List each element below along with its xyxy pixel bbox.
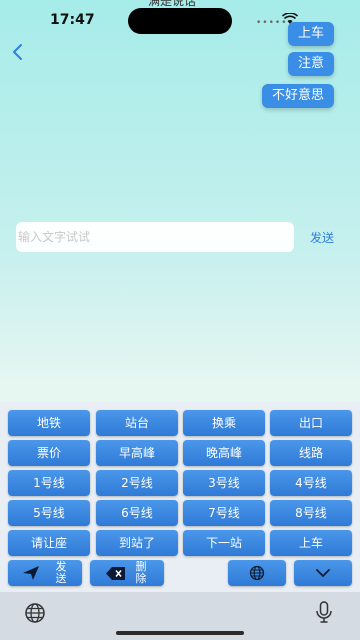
backspace-icon [106,567,125,580]
key-platform[interactable]: 站台 [96,410,178,436]
key-line-7[interactable]: 7号线 [183,500,265,526]
phrase-chip-boarding[interactable]: 上车 [287,22,334,46]
text-input[interactable] [16,222,294,252]
phrase-chip-sorry[interactable]: 不好意思 [261,84,334,108]
collapse-keyboard-key[interactable] [294,560,352,586]
key-line-1[interactable]: 1号线 [8,470,90,496]
phrase-chip-attention[interactable]: 注意 [287,52,334,76]
camera-notch [128,8,232,34]
send-arrow-icon [23,566,39,580]
send-key-label-bottom: 送 [55,572,67,585]
key-transfer[interactable]: 换乘 [183,410,265,436]
chevron-down-icon [316,569,330,578]
home-indicator [116,631,244,635]
delete-key-label-bottom: 除 [135,572,147,585]
language-key[interactable] [228,560,286,586]
key-route[interactable]: 线路 [270,440,352,466]
send-link[interactable]: 发送 [310,229,334,246]
phrase-keyboard: 地铁 站台 换乘 出口 票价 早高峰 晚高峰 线路 1号线 2号线 3号线 4号… [0,402,360,592]
key-arrived[interactable]: 到站了 [96,530,178,556]
microphone-icon[interactable] [314,601,334,625]
key-line-4[interactable]: 4号线 [270,470,352,496]
key-exit[interactable]: 出口 [270,410,352,436]
key-metro[interactable]: 地铁 [8,410,90,436]
globe-icon [249,565,265,581]
key-line-3[interactable]: 3号线 [183,470,265,496]
key-offer-seat[interactable]: 请让座 [8,530,90,556]
back-chevron-icon[interactable] [8,42,28,62]
delete-key[interactable]: 删 除 [90,560,164,586]
key-next-stop[interactable]: 下一站 [183,530,265,556]
system-globe-icon[interactable] [24,602,46,624]
key-line-6[interactable]: 6号线 [96,500,178,526]
key-morning-peak[interactable]: 早高峰 [96,440,178,466]
key-evening-peak[interactable]: 晚高峰 [183,440,265,466]
key-line-8[interactable]: 8号线 [270,500,352,526]
status-time: 17:47 [50,12,95,28]
key-line-2[interactable]: 2号线 [96,470,178,496]
send-key[interactable]: 发 送 [8,560,82,586]
key-board[interactable]: 上车 [270,530,352,556]
key-line-5[interactable]: 5号线 [8,500,90,526]
key-fare[interactable]: 票价 [8,440,90,466]
